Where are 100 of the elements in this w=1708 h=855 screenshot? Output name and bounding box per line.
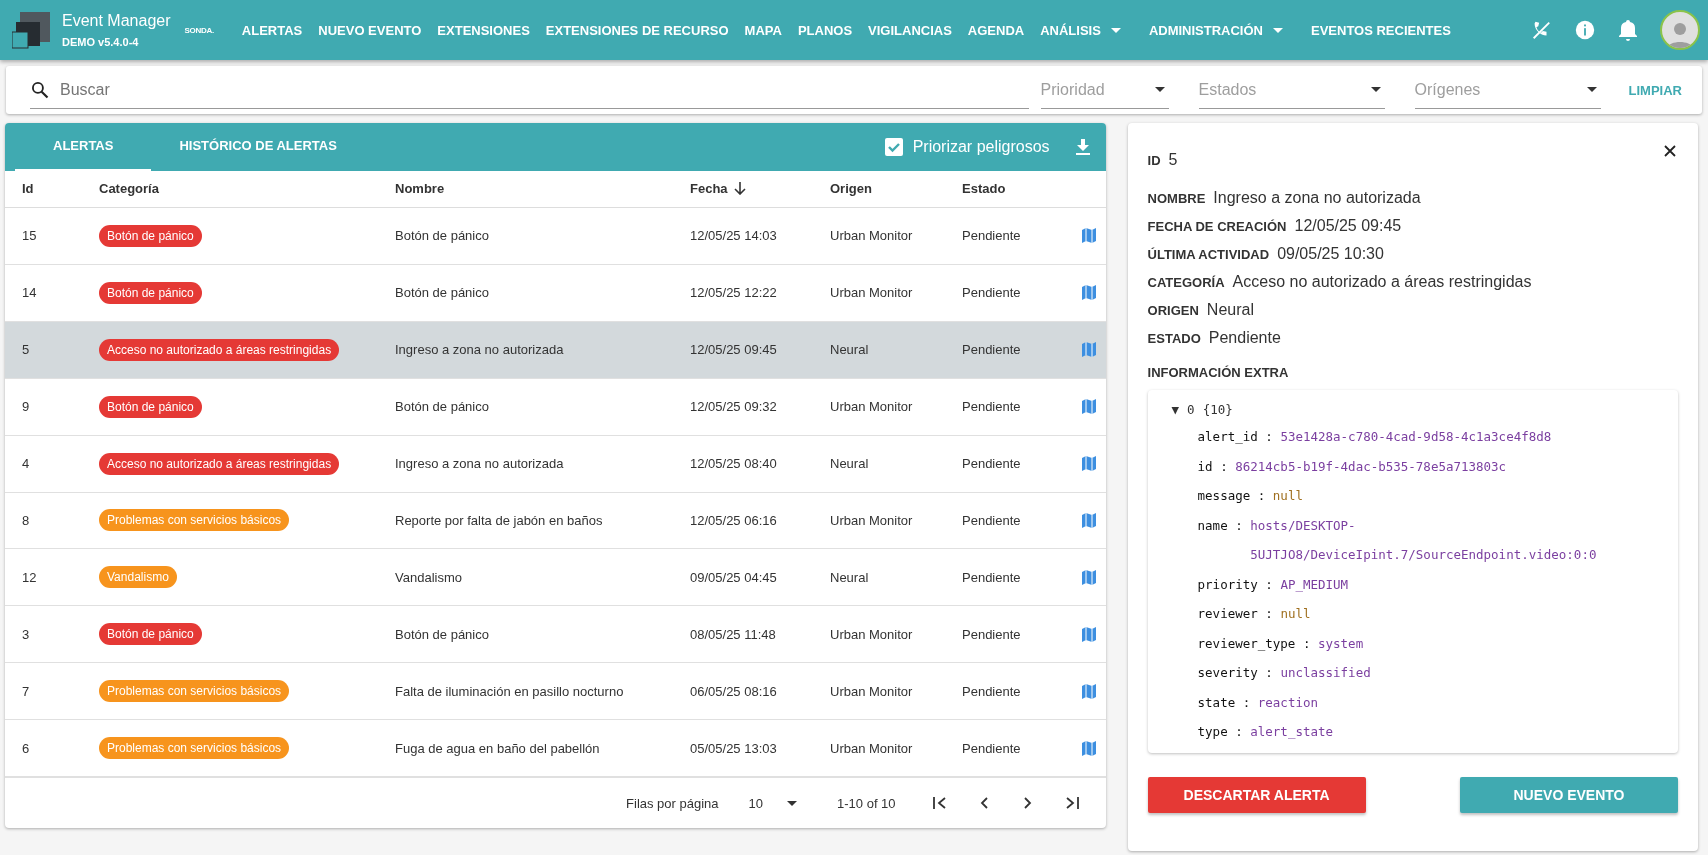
json-key: id	[1197, 451, 1213, 481]
close-icon	[1664, 145, 1676, 157]
column-header[interactable]: Estado	[962, 181, 1006, 197]
column-header[interactable]: Nombre	[395, 181, 445, 197]
table-row[interactable]: 15 Botón de pánico Botón de pánico 12/05/25 14:03 Urban Monitor Pendiente	[5, 207, 1106, 265]
table-row[interactable]: 9 Botón de pánico Botón de pánico 12/05/25 09:32 Urban Monitor Pendiente	[5, 378, 1106, 436]
map-icon[interactable]	[1082, 228, 1096, 244]
table-cell-text: 3	[22, 626, 31, 642]
table-cell-text: Botón de pánico	[395, 399, 490, 415]
tree-toggle[interactable]: ▼	[1171, 401, 1180, 417]
key-value-separator: :	[1264, 664, 1274, 682]
nav-link[interactable]: EXTENSIONES	[429, 10, 538, 50]
nav-menu[interactable]: ADMINISTRACIÓN	[1140, 10, 1291, 50]
table-cell-text: Pendiente	[962, 569, 1022, 585]
sort-arrow-icon	[733, 182, 746, 196]
key-value-separator: :	[1264, 428, 1274, 446]
key-value-separator: :	[1264, 605, 1274, 623]
table-row[interactable]: 5 Acceso no autorizado a áreas restringidas Ingreso a zona no autorizada 12/05/25 09:45 Neural Pendiente	[5, 321, 1106, 379]
caret-icon	[1154, 87, 1165, 92]
nav-link[interactable]: NUEVO EVENTO	[310, 10, 430, 50]
table-cell-text: Urban Monitor	[830, 740, 914, 756]
table-cell-text: 15	[22, 228, 38, 244]
tree-count: {10}	[1202, 401, 1233, 417]
table-cell-text: 5	[22, 342, 31, 358]
caret-icon	[1110, 27, 1121, 33]
nav-menu[interactable]: ANÁLISIS	[1032, 10, 1129, 50]
category-tag: Problemas con servicios básicos	[99, 737, 290, 760]
table-cell-text: Ingreso a zona no autorizada	[395, 342, 565, 358]
tab[interactable]: HISTÓRICO DE ALERTAS	[151, 123, 365, 171]
rows-per-page-label: Filas por página	[626, 795, 719, 811]
logo-icon	[12, 10, 52, 50]
field-label: NOMBRE	[1147, 191, 1206, 206]
map-icon[interactable]	[1082, 512, 1096, 528]
json-value: AP_MEDIUM	[1280, 575, 1350, 594]
json-value: alert_state	[1250, 723, 1335, 741]
caret-icon	[1273, 27, 1283, 33]
app-version: DEMO v5.4.0-4	[62, 36, 140, 48]
map-icon[interactable]	[1082, 285, 1096, 301]
caret-icon	[787, 800, 797, 806]
table-cell-text: Pendiente	[962, 512, 1022, 528]
table-cell-text: 12/05/25 09:45	[690, 342, 778, 358]
table-cell-text: Urban Monitor	[830, 399, 914, 415]
category-tag: Botón de pánico	[99, 623, 202, 646]
table-cell-text: 14	[22, 285, 38, 301]
table-row[interactable]: 3 Botón de pánico Botón de pánico 08/05/25 11:48 Urban Monitor Pendiente	[5, 606, 1106, 664]
clear-button[interactable]: LIMPIAR	[1620, 76, 1690, 104]
info-icon[interactable]	[1574, 19, 1596, 41]
category-tag: Botón de pánico	[99, 224, 202, 247]
map-icon[interactable]	[1082, 342, 1096, 358]
table-row[interactable]: 12 Vandalismo Vandalismo 09/05/25 04:45 Neural Pendiente	[5, 549, 1106, 607]
filter-dropdown[interactable]: Prioridad	[1040, 71, 1169, 109]
map-icon[interactable]	[1082, 626, 1096, 642]
category-tag: Problemas con servicios básicos	[99, 509, 290, 532]
last-page-icon	[1064, 797, 1079, 810]
phone-off-icon[interactable]	[1530, 19, 1552, 41]
filter-dropdown[interactable]: Estados	[1198, 71, 1385, 109]
bell-icon[interactable]	[1618, 19, 1638, 41]
search-field[interactable]: Buscar	[58, 79, 1029, 100]
user-avatar[interactable]	[1660, 10, 1700, 50]
nav-link[interactable]: ALERTAS	[233, 10, 311, 50]
tab[interactable]: ALERTAS	[15, 123, 152, 171]
table-row[interactable]: 14 Botón de pánico Botón de pánico 12/05/25 12:22 Urban Monitor Pendiente	[5, 264, 1106, 322]
nav-link[interactable]: EVENTOS RECIENTES	[1303, 10, 1459, 50]
json-value: null	[1272, 487, 1304, 505]
action-button[interactable]: NUEVO EVENTO	[1460, 776, 1678, 813]
table-cell-text: Urban Monitor	[830, 626, 914, 642]
json-key: severity	[1197, 658, 1258, 688]
action-button[interactable]: DESCARTAR ALERTA	[1147, 776, 1366, 813]
column-header[interactable]: Fecha	[690, 181, 746, 197]
column-header[interactable]: Categoría	[99, 181, 159, 197]
json-key: state	[1197, 687, 1236, 717]
json-key: reviewer_type	[1197, 628, 1296, 658]
table-cell-text: Fuga de agua en baño del pabellón	[395, 740, 601, 756]
nav-link[interactable]: VIGILANCIAS	[860, 10, 960, 50]
nav-link[interactable]: EXTENSIONES DE RECURSO	[537, 10, 737, 50]
map-icon[interactable]	[1082, 683, 1096, 699]
nav-link[interactable]: MAPA	[736, 10, 790, 50]
json-value: unclassified	[1280, 664, 1372, 682]
map-icon[interactable]	[1082, 740, 1096, 756]
table-cell-text: 6	[22, 740, 31, 756]
json-key: alert_id	[1197, 422, 1258, 452]
nav-link[interactable]: PLANOS	[789, 10, 861, 50]
nav-link[interactable]: AGENDA	[959, 10, 1033, 50]
checkbox[interactable]	[884, 137, 903, 156]
table-row[interactable]: 4 Acceso no autorizado a áreas restringidas Ingreso a zona no autorizada 12/05/25 08:40 Neural Pendiente	[5, 435, 1106, 493]
key-value-separator: :	[1219, 457, 1229, 476]
json-value: 53e1428a-c780-4cad-9d58-4c1a3ce4f8d8	[1280, 428, 1553, 446]
rows-per-page-select[interactable]: 10	[748, 795, 797, 811]
map-icon[interactable]	[1082, 569, 1096, 585]
map-icon[interactable]	[1082, 456, 1096, 472]
map-icon[interactable]	[1082, 399, 1096, 415]
column-header[interactable]: Origen	[830, 181, 872, 197]
filter-dropdown[interactable]: Orígenes	[1414, 71, 1601, 109]
table-row[interactable]: 6 Problemas con servicios básicos Fuga de agua en baño del pabellón 05/05/25 13:03 Urban Monitor Pendiente	[5, 720, 1106, 778]
table-cell-text: Pendiente	[962, 740, 1022, 756]
table-row[interactable]: 8 Problemas con servicios básicos Reporte por falta de jabón en baños 12/05/25 06:16 Urban Monitor Pendiente	[5, 492, 1106, 550]
column-header[interactable]: Id	[22, 181, 34, 197]
download-icon[interactable]	[1075, 138, 1090, 155]
table-row[interactable]: 7 Problemas con servicios básicos Falta de iluminación en pasillo nocturno 06/05/25 08:16 Urban Monitor Pendiente	[5, 663, 1106, 721]
json-key: reviewer	[1197, 599, 1258, 629]
